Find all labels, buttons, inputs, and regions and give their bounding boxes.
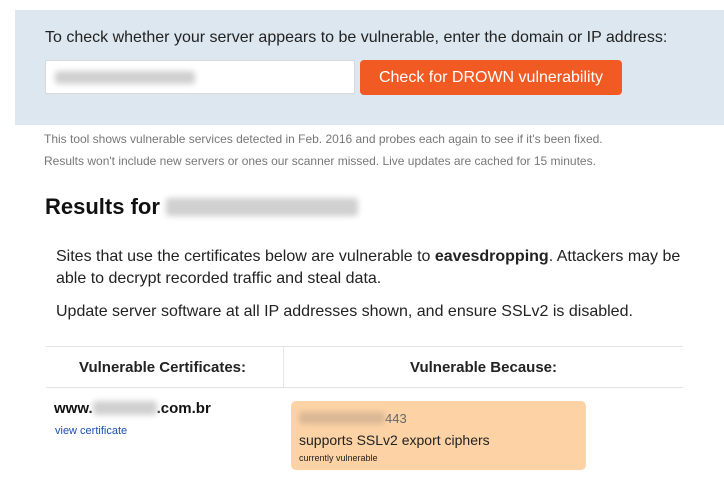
results-heading-label: Results for [45,194,160,219]
tool-note-line-2: Results won't include new servers or one… [44,154,596,168]
warning-emphasis: eavesdropping [434,248,549,265]
host-suffix: .com.br [156,400,211,417]
column-divider [283,347,284,387]
tool-note: This tool shows vulnerable services dete… [44,128,603,172]
vulnerability-reason-box: 443 supports SSLv2 export ciphers curren… [291,401,586,470]
check-form-panel: To check whether your server appears to … [15,10,724,125]
vulnerability-reason: supports SSLv2 export ciphers [299,432,490,448]
host-prefix: www. [54,400,93,417]
view-certificate-link[interactable]: view certificate [55,425,127,437]
server-address: 443 [299,411,407,426]
redacted-domain [165,198,358,216]
drown-check-page: To check whether your server appears to … [0,0,724,480]
server-port: 443 [385,411,407,426]
header-vulnerable-because: Vulnerable Because: [410,359,558,376]
table-header-row: Vulnerable Certificates: Vulnerable Beca… [46,347,683,388]
vulnerability-warning: Sites that use the certificates below ar… [56,246,696,290]
redacted-ip-address [299,412,385,424]
results-heading: Results for [45,194,358,220]
vulnerability-status: currently vulnerable [299,453,378,463]
check-prompt: To check whether your server appears to … [45,29,668,46]
update-advice: Update server software at all IP address… [56,303,633,320]
tool-note-line-1: This tool shows vulnerable services dete… [44,132,603,146]
check-drown-button[interactable]: Check for DROWN vulnerability [360,60,622,95]
redacted-input-value [55,71,195,84]
warning-text-start: Sites that use the certificates below ar… [56,248,435,265]
redacted-hostname [92,401,157,415]
certificate-hostname: www. .com.br [54,400,211,417]
results-table: Vulnerable Certificates: Vulnerable Beca… [46,346,683,388]
header-vulnerable-certificates: Vulnerable Certificates: [79,359,246,376]
